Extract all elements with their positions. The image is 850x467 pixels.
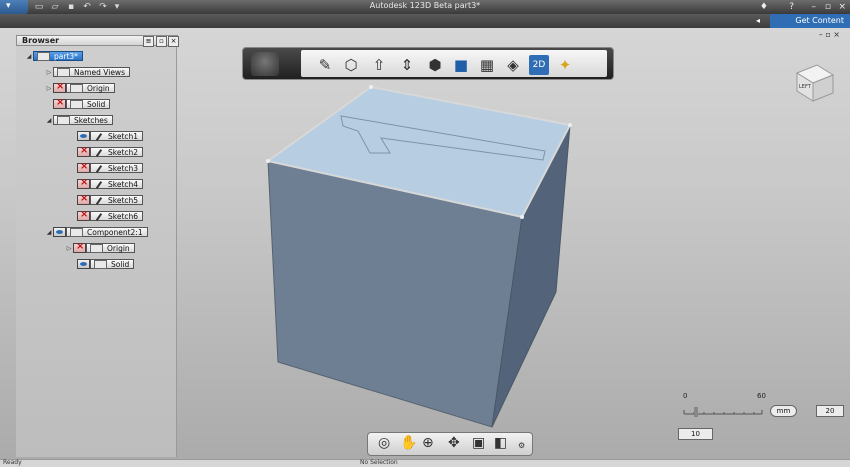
view-cube[interactable]: LEFT: [793, 61, 835, 103]
zoom-icon[interactable]: ⊕: [422, 435, 434, 451]
scale-ruler[interactable]: [680, 404, 766, 420]
scale-max-label: 60: [757, 392, 766, 400]
vertex-marker: [568, 123, 572, 127]
vertex-marker: [520, 215, 524, 219]
pan-hand-icon[interactable]: ✋: [400, 435, 417, 451]
vertex-marker: [266, 159, 270, 163]
grid-spacing-field[interactable]: 20: [816, 405, 844, 417]
fit-view-icon[interactable]: ✥: [448, 435, 460, 451]
navigation-toolbar: ◎ ✋ ⊕ ✥ ▣ ◧ ⚙: [367, 432, 533, 456]
status-text: Ready: [3, 459, 22, 466]
scale-slider-handle[interactable]: [694, 407, 698, 417]
view-cube-label: LEFT: [799, 84, 812, 90]
scale-min-label: 0: [683, 392, 688, 400]
vertex-marker: [369, 85, 373, 89]
unit-selector[interactable]: mm: [770, 405, 797, 417]
scale-value-field[interactable]: 10: [678, 428, 713, 440]
options-gear-icon[interactable]: ⚙: [518, 441, 525, 450]
orbit-icon[interactable]: ◎: [378, 435, 390, 451]
grid-scale-widget: 0 60: [680, 392, 770, 422]
display-mode-icon[interactable]: ◧: [494, 435, 507, 451]
camera-icon[interactable]: ▣: [472, 435, 485, 451]
selection-status: No Selection: [360, 459, 398, 466]
